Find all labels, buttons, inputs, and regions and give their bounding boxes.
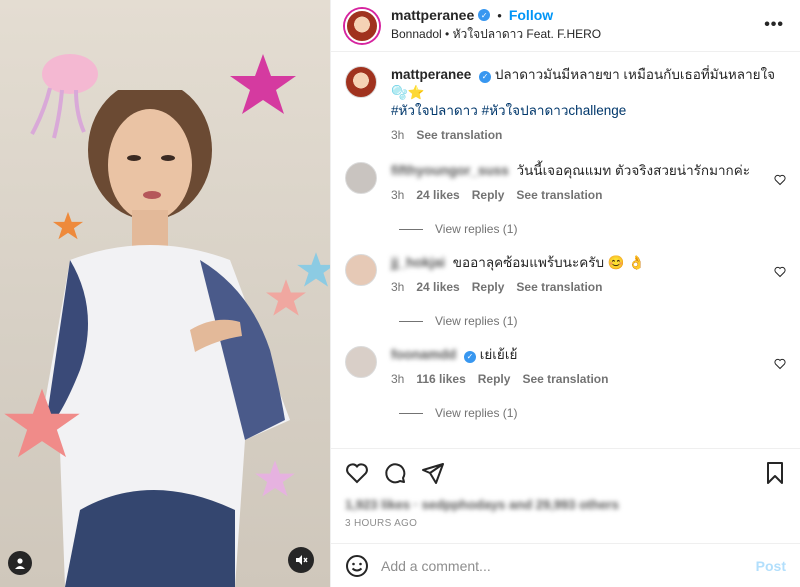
see-translation-button[interactable]: See translation [516,186,602,204]
caption-row: mattperanee ✓ ปลาดาวมันมีหลายขา เหมือนกั… [345,66,786,144]
action-icons [345,461,786,485]
verified-badge-icon: ✓ [479,71,492,83]
comment-time: 3h [391,372,405,386]
view-replies-label[interactable]: View replies (1) [435,314,517,328]
starfish-sticker-orange [52,211,84,240]
comment-item: foonamdd ✓ เย่เย้เย้ 3h 116 likes Reply … [345,346,786,388]
comment-likes[interactable]: 116 likes [416,370,465,388]
post-timestamp: 3 HOURS AGO [345,518,418,529]
caption-time: 3h [391,128,405,142]
comment-avatar[interactable] [345,254,377,286]
comment-time: 3h [391,188,405,202]
add-comment-bar: Add a comment... Post [331,543,800,587]
see-translation-button[interactable]: See translation [522,370,608,388]
emoji-smiley-icon[interactable] [345,554,369,578]
comment-avatar[interactable] [345,162,377,194]
replies-divider [399,320,423,322]
post-comment-button[interactable]: Post [756,558,786,574]
person-icon [15,558,25,569]
audio-track-link[interactable]: Bonnadol • หัวใจปลาดาว Feat. F.HERO [391,25,601,44]
caption-username[interactable]: mattperanee [391,67,471,82]
comment-meta: 3h 24 likes Reply See translation [391,278,786,296]
jellyfish-sticker [30,54,98,139]
mute-button[interactable] [288,547,314,573]
starfish-sticker-lilac [255,460,295,497]
starfish-sticker-pink [230,54,296,114]
comment-time: 3h [391,280,405,294]
comment-meta: 3h 116 likes Reply See translation [391,370,786,388]
view-replies-button[interactable]: View replies (1) [399,314,786,328]
comment-body: fifthyoungor_suss วันนี้เจอคุณแมท ตัวจริ… [391,162,786,204]
likes-count[interactable]: 1,923 likes · sedpphodays and 29,993 oth… [345,497,786,512]
post-actions: 1,923 likes · sedpphodays and 29,993 oth… [331,448,800,535]
starfish-sticker-peach [266,279,306,316]
replies-divider [399,412,423,414]
share-send-icon[interactable] [421,461,445,485]
comment-username[interactable]: jj_hokjai [391,255,445,270]
replies-divider [399,228,423,230]
more-options-icon[interactable]: ••• [764,16,784,34]
caption-meta: 3h See translation [391,126,786,144]
verified-badge-icon: ✓ [464,351,477,363]
view-replies-button[interactable]: View replies (1) [399,406,786,420]
author-username[interactable]: mattperanee [391,7,474,23]
caption-see-translation[interactable]: See translation [416,126,502,144]
comment-meta: 3h 24 likes Reply See translation [391,186,786,204]
starfish-sticker-coral [4,388,80,458]
like-comment-heart-icon[interactable] [774,358,786,370]
user-tag-button[interactable] [8,551,32,575]
like-comment-heart-icon[interactable] [774,174,786,186]
comment-body: foonamdd ✓ เย่เย้เย้ 3h 116 likes Reply … [391,346,786,388]
like-heart-icon[interactable] [345,461,369,485]
save-bookmark-icon[interactable] [764,461,786,485]
reply-button[interactable]: Reply [478,370,511,388]
see-translation-button[interactable]: See translation [516,278,602,296]
post-view: mattperanee ✓ • Follow Bonnadol • หัวใจป… [0,0,800,587]
post-header: mattperanee ✓ • Follow Bonnadol • หัวใจป… [331,0,800,52]
caption-hashtags[interactable]: #หัวใจปลาดาว #หัวใจปลาดาวchallenge [391,102,786,120]
follow-button[interactable]: Follow [509,7,553,23]
video-player[interactable] [0,0,330,587]
comment-item: fifthyoungor_suss วันนี้เจอคุณแมท ตัวจริ… [345,162,786,204]
comment-likes[interactable]: 24 likes [416,278,459,296]
comment-avatar[interactable] [345,346,377,378]
reply-button[interactable]: Reply [472,186,505,204]
comment-username[interactable]: foonamdd [391,347,456,362]
separator-dot: • [497,7,502,23]
header-text: mattperanee ✓ • Follow Bonnadol • หัวใจป… [391,7,601,44]
comment-text: ขออาลุคซ้อมแพร้บนะครับ 😊 👌 [452,255,646,270]
comment-item: jj_hokjai ขออาลุคซ้อมแพร้บนะครับ 😊 👌 3h … [345,254,786,296]
comment-bubble-icon[interactable] [383,461,407,485]
video-frame-image [40,90,290,587]
verified-badge-icon: ✓ [478,9,491,21]
comment-text: วันนี้เจอคุณแมท ตัวจริงสวยน่ารักมากค่ะ [516,163,751,178]
caption-body: mattperanee ✓ ปลาดาวมันมีหลายขา เหมือนกั… [391,66,786,144]
comment-likes[interactable]: 24 likes [416,186,459,204]
speaker-muted-icon [296,555,308,565]
add-comment-input[interactable]: Add a comment... [381,558,744,574]
comment-body: jj_hokjai ขออาลุคซ้อมแพร้บนะครับ 😊 👌 3h … [391,254,786,296]
post-details-panel: mattperanee ✓ • Follow Bonnadol • หัวใจป… [330,0,800,587]
view-replies-label[interactable]: View replies (1) [435,222,517,236]
comment-username[interactable]: fifthyoungor_suss [391,163,509,178]
header-row: mattperanee ✓ • Follow [391,7,601,23]
comments-list[interactable]: mattperanee ✓ ปลาดาวมันมีหลายขา เหมือนกั… [331,52,800,448]
like-comment-heart-icon[interactable] [774,266,786,278]
view-replies-label[interactable]: View replies (1) [435,406,517,420]
caption-avatar[interactable] [345,66,377,98]
reply-button[interactable]: Reply [472,278,505,296]
view-replies-button[interactable]: View replies (1) [399,222,786,236]
author-avatar[interactable] [345,8,379,43]
comment-text: เย่เย้เย้ [479,347,518,362]
